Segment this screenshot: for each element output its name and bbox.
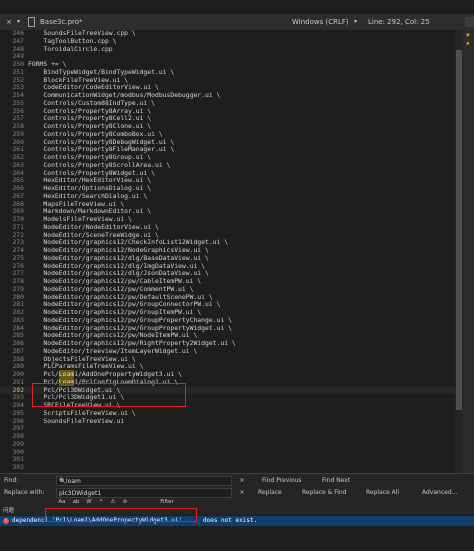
replace-and-find-button[interactable]: Replace & Find: [302, 488, 347, 498]
search-icon: 🔍: [59, 478, 67, 485]
marker-icon: ▼: [466, 32, 470, 39]
problems-header: 问题: [0, 507, 474, 515]
block-icon[interactable]: ⊘: [120, 499, 130, 506]
close-find-icon[interactable]: ×: [238, 476, 246, 486]
code-text: ToroidalCircle.cpp: [28, 44, 113, 53]
wildcard-toggle[interactable]: *: [96, 499, 106, 506]
code-line[interactable]: 300: [0, 448, 463, 457]
code-line[interactable]: 302: [0, 463, 463, 472]
chevron-down-icon[interactable]: ▾: [17, 17, 20, 27]
line-ending-selector[interactable]: Windows (CRLF): [292, 17, 349, 27]
replace-all-button[interactable]: Replace All: [366, 488, 399, 498]
find-input[interactable]: 🔍 loam: [56, 476, 232, 486]
code-text: SoundsFileTreeView.ui: [28, 416, 125, 425]
find-previous-button[interactable]: Find Previous: [262, 476, 302, 486]
find-replace-panel: Find: 🔍 loam × Find Previous Find Next R…: [0, 474, 474, 507]
open-file-selector[interactable]: Base3c.pro*: [40, 17, 83, 27]
vertical-scrollbar[interactable]: [455, 30, 463, 473]
editor-window: × ▾ Base3c.pro* Windows (CRLF) ▾ Line: 2…: [0, 0, 474, 551]
code-lines: 246 SoundsFileTreeView.cpp \ 247 TagToolB…: [0, 30, 463, 472]
problem-row[interactable]: ! dependenci 'Pcl\Loam1\AddOnePropertyWi…: [0, 516, 474, 526]
code-editor[interactable]: 246 SoundsFileTreeView.cpp \ 247 TagToolB…: [0, 30, 463, 473]
error-icon: !: [3, 518, 9, 524]
find-next-button[interactable]: Find Next: [322, 476, 350, 486]
cursor-position: Line: 292, Col: 25: [368, 18, 430, 26]
find-input-value: loam: [66, 478, 81, 485]
replace-input-value: plc3DWidget1: [59, 490, 102, 497]
replace-label: Replace with:: [4, 489, 45, 496]
problem-message-start: dependenci: [12, 517, 49, 524]
side-marker-strip: ▼ ▪: [463, 30, 474, 473]
problems-panel: 问题 ! dependenci 'Pcl\Loam1\AddOnePropert…: [0, 507, 474, 551]
file-icon: [28, 17, 35, 27]
filter-button[interactable]: Filter: [156, 499, 178, 506]
chevron-down-icon[interactable]: ▾: [354, 17, 357, 27]
code-line[interactable]: 299: [0, 440, 463, 449]
line-number: 302: [12, 463, 24, 471]
regex-toggle[interactable]: W: [84, 499, 94, 506]
search-match: Loam: [58, 370, 75, 378]
close-replace-icon[interactable]: ×: [238, 488, 246, 498]
code-line[interactable]: 298: [0, 432, 463, 441]
replace-input[interactable]: plc3DWidget1: [56, 488, 232, 498]
whole-word-toggle[interactable]: ab: [70, 499, 82, 506]
editor-toolbar: × ▾ Base3c.pro* Windows (CRLF) ▾ Line: 2…: [0, 14, 474, 30]
problem-file-path: 'Pcl\Loam1\AddOnePropertyWidget3.ui': [52, 517, 183, 524]
warning-icon[interactable]: ⚠: [108, 499, 118, 506]
marker-icon: ▪: [466, 40, 470, 47]
code-line[interactable]: 248 ToroidalCircle.cpp: [0, 44, 463, 54]
code-line[interactable]: 297: [0, 424, 463, 433]
replace-button[interactable]: Replace: [258, 488, 282, 498]
search-match: Loam: [58, 377, 75, 386]
code-line[interactable]: 249: [0, 52, 463, 61]
find-label: Find:: [4, 477, 19, 484]
advanced-button[interactable]: Advanced...: [422, 488, 457, 498]
case-sensitive-toggle[interactable]: Aa: [56, 499, 68, 506]
search-options: Aa ab W * ⚠ ⊘ Filter: [56, 499, 216, 507]
close-file-icon[interactable]: ×: [4, 17, 14, 27]
problem-message-end: does not exist.: [203, 517, 258, 524]
code-line[interactable]: 296 SoundsFileTreeView.ui: [0, 416, 463, 426]
split-button[interactable]: [465, 17, 474, 27]
scrollbar-thumb[interactable]: [456, 50, 462, 410]
code-line[interactable]: 301: [0, 455, 463, 464]
